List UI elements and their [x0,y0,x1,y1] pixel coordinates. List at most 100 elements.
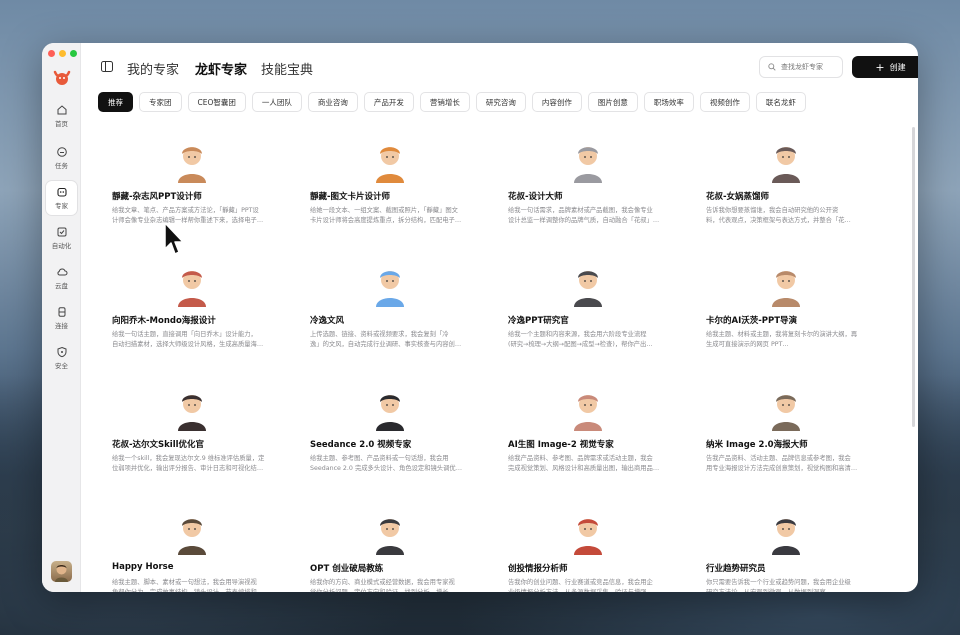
expert-card[interactable]: 冷逸文风上传选题、链接、资料或视频要求，我会复刻「冷 逸」的文风，自动完成行业调研… [296,251,483,371]
create-button[interactable]: + 创建 [852,56,918,78]
expert-avatar [573,519,602,555]
sidebar-item-tasks[interactable]: 任务 [46,141,77,175]
filter-chip[interactable]: 视频创作 [699,92,750,112]
user-avatar[interactable] [51,561,72,582]
expert-name: 创投情报分析师 [508,564,568,574]
expert-avatar [177,519,206,555]
sidebar-item-automation[interactable]: 自动化 [46,221,77,255]
filter-chip[interactable]: 联名龙虾 [755,92,806,112]
tab-lobster-experts[interactable]: 龙虾专家 [195,59,247,78]
mouse-cursor-icon [164,222,184,255]
database-icon [58,307,65,317]
expert-card[interactable]: 花叔-女娲蒸馏师 告诉我你想要蒸馏谁，我会自动研究他的公开资 料，代表观点，决策框架… [692,127,879,247]
expert-avatar [375,147,404,183]
filter-chip[interactable]: 产品开发 [363,92,414,112]
lobster-logo-icon[interactable] [52,68,72,88]
filter-chip[interactable]: 营销增长 [419,92,470,112]
expert-description: 给我主题、材料或主题，我将复刻卡尔的演讲大纲，再 生成可直接演示的网页 PPT… [706,330,874,350]
toggle-sidebar-icon[interactable] [101,61,113,72]
cloud-icon [56,268,67,276]
expert-description-line: 角帮你分为，完成故事结构、镜头设计、节奏编排和… [112,588,280,592]
filter-chip[interactable]: 商业咨询 [307,92,358,112]
expert-name: Seedance 2.0 视频专家 [310,440,412,450]
expert-description: 给我主题、参考图、产品资料或一句话想，我会用 Seedance 2.0 完成多头设… [310,454,478,474]
check-square-icon [57,227,66,237]
expert-description-line: 上传选题、链接、资料或视频要求，我会复刻「冷 [310,331,449,338]
sidebar-item-label: 云盘 [55,282,68,290]
close-window-button[interactable] [48,50,55,57]
sidebar-item-security[interactable]: 安全 [46,341,77,375]
sidebar-item-label: 连接 [55,322,68,330]
zoom-window-button[interactable] [70,50,77,57]
expert-card[interactable]: Happy Horse 给我主题、脚本、素材或一句想法，我会用导演视视角帮你分为，… [98,499,285,592]
expert-name: 行业趋势研究员 [706,564,766,574]
tab-skill-handbook[interactable]: 技能宝典 [261,59,313,78]
expert-card[interactable]: Seedance 2.0 视频专家给我主题、参考图、产品资料或一句话想，我会用 S… [296,375,483,495]
expert-description: 给我一个主题和内容来源，我会用六阶段专业流程 (研究→梳理→大纲→配图→成型→检查… [508,330,676,350]
expert-card[interactable]: AI生图 Image-2 视觉专家给我产品资料、参考图、品牌需求或活动主题，我会… [494,375,681,495]
expert-card[interactable]: 向阳乔木-Mondo海报设计 给我一句话主题，直接调用「向日乔木」设计能力， 自动扫… [98,251,285,371]
filter-chip[interactable]: 专家团 [139,92,182,112]
filter-chip[interactable]: 图片创意 [587,92,638,112]
expert-description-line: 给我一个skill，我会复现达尔文.9 维标准评估质量，定 [112,455,265,462]
sidebar-item-experts[interactable]: 专家 [46,181,77,215]
filter-chip[interactable]: 推荐 [98,92,133,112]
expert-description-line: 给我产品资料、参考图、品牌需求或活动主题，我会 [508,455,653,462]
chat-icon [56,147,67,157]
expert-description: 给我产品资料、参考图、品牌需求或活动主题，我会 完成视觉策划、风格设计和高质量出图… [508,454,676,474]
expert-card[interactable]: 创投情报分析师告我你的创业问题、行业赛道或竞品信息，我会用企业级情报分析方法，从… [494,499,681,592]
sidebar-item-label: 专家 [55,202,68,210]
filter-chip[interactable]: 职场效率 [643,92,694,112]
expert-card[interactable]: 花叔-达尔文Skill优化官 给我一个skill，我会复现达尔文.9 维标准评估质… [98,375,285,495]
user-avatar-image [55,564,68,582]
expert-name: AI生图 Image-2 视觉专家 [508,440,614,450]
create-button-label: 创建 [889,62,906,72]
expert-description-line: 给她一段文本、一组文案、截图或照片，「靜藏」图文 [310,207,458,214]
expert-description-line: 给我文章、笔点、产品方案或方法论，「靜藏」PPT设 [112,207,259,214]
sidebar-item-connect[interactable]: 连接 [46,301,77,335]
filter-chip[interactable]: CEO智囊团 [187,92,246,112]
expert-name: 花叔-设计大师 [508,192,563,202]
expert-card[interactable]: OPT 创业破局教练给我你的方向、商业模式或经营数据，我会用专家视觉你分析问题、… [296,499,483,592]
expert-avatar [573,395,602,431]
top-header: 我的专家 龙虾专家 技能宝典 + 创建 [81,43,918,89]
expert-card[interactable]: 卡尔的AI沃茨-PPT导演 给我主题、材料或主题，我将复刻卡尔的演讲大纲，再 生成可… [692,251,879,371]
scrollbar[interactable] [912,127,915,427]
expert-description: 给我文章、笔点、产品方案或方法论，「靜藏」PPT设 计师会像专业杂志编辑一样帮你重… [112,206,280,226]
sidebar-item-home[interactable]: 首页 [46,99,77,133]
expert-name: 冷逸PPT研究官 [508,316,569,326]
expert-avatar [573,147,602,183]
expert-name: Happy Horse [112,562,174,572]
expert-card[interactable]: 冷逸PPT研究官给我一个主题和内容来源，我会用六阶段专业流程 (研究→梳理→大纲→… [494,251,681,371]
expert-avatar [771,271,800,307]
app-window: 首页 任务 专家 自动化 云盘 连接 安全 我的专家 龙虾专家 技能宝典 查找龙… [42,43,918,592]
expert-card[interactable]: 花叔-设计大师给我一句话需求，品牌素材或产品截图，我会像专业 设计总监一样调整你的… [494,127,681,247]
expert-description-line: 给我你的方向、商业模式或经营数据，我会用专家视 [310,579,455,586]
filter-chip[interactable]: 研究咨询 [475,92,526,112]
expert-description-line: 觉你分析问题、定位方向和验证、找到分析，增长… [310,588,478,592]
expert-description-line: 设计总监一样调整你的品牌气质，自动融合「花叔」… [508,217,660,224]
expert-description: 上传选题、链接、资料或视频要求，我会复刻「冷 逸」的文风，自动完成行业调研、事实核… [310,330,478,350]
expert-description: 给我主题、脚本、素材或一句想法，我会用导演视视角帮你分为，完成故事结构、镜头设计… [112,578,280,592]
expert-card[interactable]: 靜藏-图文卡片设计师 给她一段文本、一组文案、截图或照片，「靜藏」图文 卡片设计师将… [296,127,483,247]
expert-card[interactable]: 行业趋势研究员你只需要告诉我一个行业或趋势问题，我会用企业级研究方法论，从宏观到… [692,499,879,592]
search-box[interactable] [759,56,843,78]
filter-chip[interactable]: 内容创作 [531,92,582,112]
expert-card[interactable]: 靜藏-杂志风PPT设计师 给我文章、笔点、产品方案或方法论，「靜藏」PPT设 计师会… [98,127,285,247]
shield-icon [57,346,66,358]
expert-description: 告我你的创业问题、行业赛道或竞品信息，我会用企业级情报分析方法，从多源数据采集、… [508,578,676,592]
expert-avatar [375,271,404,307]
expert-name: 冷逸文风 [310,316,345,326]
sidebar-item-label: 首页 [55,120,68,128]
search-input[interactable] [781,63,841,71]
expert-name: 向阳乔木-Mondo海报设计 [112,316,216,326]
expert-avatar [573,271,602,307]
expert-card[interactable]: 纳米 Image 2.0海报大师 告我产品资料、活动主题、品牌信息或参考图，我会用… [692,375,879,495]
expert-avatar [771,395,800,431]
expert-description: 给我一句话需求，品牌素材或产品截图，我会像专业 设计总监一样调整你的品牌气质，自动… [508,206,676,226]
sidebar-item-cloud[interactable]: 云盘 [46,261,77,295]
tab-my-experts[interactable]: 我的专家 [127,59,179,78]
filter-chip[interactable]: 一人团队 [251,92,302,112]
expert-description-line: 自动扫描素材，选择大师级设计风格，生成高质量海… [112,341,264,348]
minimize-window-button[interactable] [59,50,66,57]
